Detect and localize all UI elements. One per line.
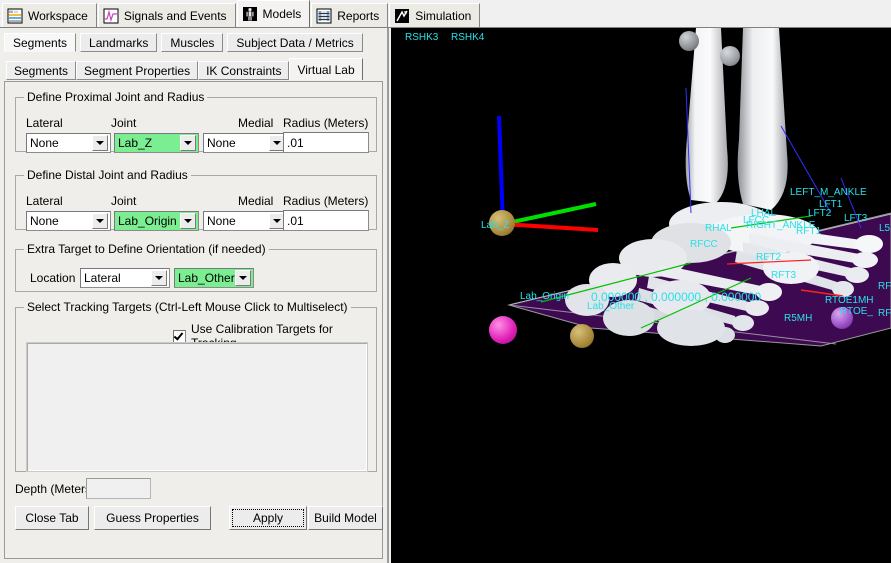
- tab-segments-category-label: Segments: [13, 35, 68, 50]
- marker-rtoe[interactable]: [831, 307, 853, 329]
- distal-medial-label: Medial: [238, 194, 274, 208]
- distal-medial-combo[interactable]: None: [203, 211, 288, 231]
- tab-models-label: Models: [262, 7, 302, 21]
- model-icon: [242, 6, 258, 22]
- proximal-lateral-combo[interactable]: None: [26, 133, 111, 153]
- distal-lateral-label: Lateral: [26, 194, 63, 208]
- extra-target-legend: Extra Target to Define Orientation (if n…: [27, 242, 266, 256]
- virtual-lab-panel: Define Proximal Joint and Radius Lateral…: [4, 81, 383, 559]
- workspace-icon: [7, 8, 23, 24]
- tab-workspace[interactable]: Workspace: [2, 3, 97, 27]
- subtab-virtual-lab-label: Virtual Lab: [297, 62, 355, 77]
- coordinate-axes-triad: [497, 87, 862, 329]
- distal-joint-combo[interactable]: Lab_Origin: [114, 211, 199, 231]
- proximal-joint-group: Define Proximal Joint and Radius Lateral…: [15, 90, 377, 153]
- distal-radius-input[interactable]: .01: [283, 210, 369, 231]
- tab-landmarks-label: Landmarks: [89, 35, 149, 50]
- subtab-segments[interactable]: Segments: [6, 61, 77, 80]
- marker-lab-origin[interactable]: [489, 316, 517, 344]
- marker-rshk4[interactable]: [720, 46, 740, 66]
- proximal-medial-value: None: [207, 136, 236, 150]
- tab-reports[interactable]: Reports: [311, 3, 389, 27]
- distal-radius-label: Radius (Meters): [283, 194, 369, 208]
- distal-joint-value: Lab_Origin: [118, 214, 177, 228]
- marker-rshk3[interactable]: [679, 31, 699, 51]
- distal-lateral-value: None: [30, 214, 59, 228]
- subtab-virtual-lab[interactable]: Virtual Lab: [289, 58, 363, 80]
- proximal-radius-label: Radius (Meters): [283, 116, 369, 130]
- tab-subject-data-metrics-label: Subject Data / Metrics: [236, 35, 354, 50]
- category-tab-bar: Segments Landmarks Muscles Subject Data …: [0, 28, 387, 52]
- subtab-ik-constraints[interactable]: IK Constraints: [198, 61, 290, 80]
- 3d-viewport[interactable]: 0.000000 , 0.000000 , 0.000000 RSHK3 RSH…: [391, 28, 891, 563]
- proximal-joint-legend: Define Proximal Joint and Radius: [27, 90, 205, 104]
- extra-target-name-value: Lab_Other: [178, 271, 235, 285]
- distal-lateral-combo[interactable]: None: [26, 211, 111, 231]
- subtab-ik-constraints-label: IK Constraints: [206, 63, 282, 78]
- distal-radius-value: .01: [287, 213, 304, 228]
- subtab-segment-properties-label: Segment Properties: [84, 63, 191, 78]
- signal-icon: [103, 8, 119, 24]
- tab-reports-label: Reports: [337, 8, 380, 23]
- tab-workspace-label: Workspace: [28, 8, 88, 23]
- close-tab-button[interactable]: Close Tab: [15, 506, 89, 530]
- checkbox-box[interactable]: [173, 329, 186, 343]
- tracking-targets-listbox[interactable]: [26, 342, 368, 472]
- tab-simulation-label: Simulation: [415, 8, 472, 23]
- proximal-joint-combo[interactable]: Lab_Z: [114, 133, 199, 153]
- tab-segments-category[interactable]: Segments: [4, 33, 77, 52]
- tab-simulation[interactable]: Simulation: [389, 3, 481, 27]
- chevron-down-icon[interactable]: [180, 135, 196, 151]
- distal-joint-group: Define Distal Joint and Radius Lateral J…: [15, 168, 377, 231]
- build-model-button[interactable]: Build Model: [308, 506, 383, 530]
- chevron-down-icon[interactable]: [92, 213, 108, 229]
- main-tab-bar: Workspace Signals and Events Models Repo…: [0, 0, 891, 28]
- distal-joint-legend: Define Distal Joint and Radius: [27, 168, 188, 182]
- tab-subject-data-metrics[interactable]: Subject Data / Metrics: [227, 33, 363, 52]
- proximal-radius-input[interactable]: .01: [283, 132, 369, 153]
- left-panel: Segments Landmarks Muscles Subject Data …: [0, 28, 389, 563]
- extra-target-name-combo[interactable]: Lab_Other: [174, 268, 254, 288]
- marker-lab-other[interactable]: [570, 324, 594, 348]
- extra-target-location-combo[interactable]: Lateral: [80, 268, 170, 288]
- guess-properties-button[interactable]: Guess Properties: [94, 506, 211, 530]
- application-window: Workspace Signals and Events Models Repo…: [0, 0, 891, 563]
- chevron-down-icon[interactable]: [151, 270, 167, 286]
- subtab-segment-properties[interactable]: Segment Properties: [76, 61, 199, 80]
- focus-indicator: [232, 509, 304, 527]
- tab-signals-and-events[interactable]: Signals and Events: [97, 3, 236, 27]
- close-tab-button-label: Close Tab: [25, 511, 79, 525]
- extra-target-location-label: Location: [30, 271, 76, 285]
- simulation-icon: [394, 8, 410, 24]
- tab-models[interactable]: Models: [236, 0, 311, 27]
- chevron-down-icon[interactable]: [92, 135, 108, 151]
- tab-landmarks[interactable]: Landmarks: [80, 33, 158, 52]
- distal-joint-label: Joint: [111, 194, 137, 208]
- extra-target-group: Extra Target to Define Orientation (if n…: [15, 242, 377, 292]
- subtab-segments-label: Segments: [14, 63, 69, 78]
- build-model-button-label: Build Model: [314, 511, 377, 525]
- marker-lab-z[interactable]: [489, 210, 515, 236]
- proximal-joint-label: Joint: [111, 116, 137, 130]
- extra-target-location-value: Lateral: [84, 271, 121, 285]
- proximal-medial-label: Medial: [238, 116, 274, 130]
- apply-button[interactable]: Apply: [229, 506, 307, 530]
- tab-signals-and-events-label: Signals and Events: [123, 8, 227, 23]
- proximal-radius-value: .01: [287, 135, 304, 150]
- sub-tab-bar: Segments Segment Properties IK Constrain…: [6, 58, 381, 80]
- chevron-down-icon[interactable]: [235, 270, 251, 286]
- proximal-lateral-value: None: [30, 136, 59, 150]
- tab-muscles[interactable]: Muscles: [161, 33, 224, 52]
- report-icon: [316, 8, 332, 24]
- distal-medial-value: None: [207, 214, 236, 228]
- proximal-medial-combo[interactable]: None: [203, 133, 288, 153]
- depth-input[interactable]: [86, 478, 151, 499]
- tracking-targets-group: Select Tracking Targets (Ctrl-Left Mouse…: [15, 300, 377, 472]
- proximal-joint-value: Lab_Z: [118, 136, 153, 150]
- guess-properties-button-label: Guess Properties: [106, 511, 199, 525]
- proximal-lateral-label: Lateral: [26, 116, 63, 130]
- tracking-targets-legend: Select Tracking Targets (Ctrl-Left Mouse…: [27, 300, 348, 314]
- tab-muscles-label: Muscles: [170, 35, 215, 50]
- chevron-down-icon[interactable]: [180, 213, 196, 229]
